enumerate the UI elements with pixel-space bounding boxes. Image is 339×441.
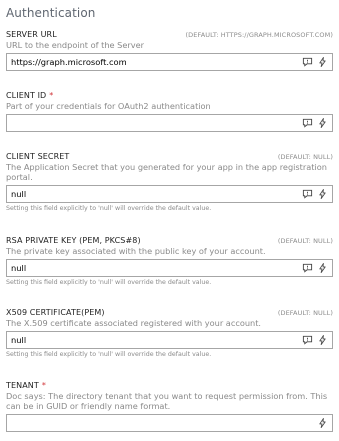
tenant-label: TENANT	[6, 381, 39, 390]
client-secret-input[interactable]: null	[6, 185, 333, 203]
server-url-value: https://graph.microsoft.com	[11, 57, 127, 67]
server-url-input[interactable]: https://graph.microsoft.com	[6, 53, 333, 71]
section-title: Authentication	[6, 6, 96, 20]
rsa-private-key-field: RSA PRIVATE KEY (PEM, PKCS#8) (DEFAULT: …	[6, 236, 333, 286]
comment-icon[interactable]	[302, 188, 313, 200]
client-secret-default: (DEFAULT: NULL)	[277, 152, 333, 161]
client-secret-label: CLIENT SECRET	[6, 152, 70, 161]
client-secret-value: null	[11, 189, 27, 199]
rsa-private-key-note: Setting this field explicitly to 'null' …	[6, 279, 212, 286]
x509-certificate-description: The X.509 certificate associated registe…	[6, 318, 262, 328]
client-id-description: Part of your credentials for OAuth2 auth…	[6, 101, 211, 111]
lightning-icon[interactable]	[317, 417, 328, 429]
x509-certificate-value: null	[11, 335, 27, 345]
x509-certificate-note: Setting this field explicitly to 'null' …	[6, 351, 212, 358]
tenant-field: TENANT * Doc says: The directory tenant …	[6, 381, 333, 432]
x509-certificate-default: (DEFAULT: NULL)	[277, 308, 333, 317]
server-url-field: SERVER URL (DEFAULT: HTTPS://GRAPH.MICRO…	[6, 30, 333, 71]
comment-icon[interactable]	[302, 334, 313, 346]
comment-icon[interactable]	[302, 117, 313, 129]
x509-certificate-input[interactable]: null	[6, 331, 333, 349]
client-secret-description: The Application Secret that you generate…	[6, 162, 327, 182]
client-id-field: CLIENT ID * Part of your credentials for…	[6, 91, 333, 132]
rsa-private-key-value: null	[11, 263, 27, 273]
lightning-icon[interactable]	[317, 117, 328, 129]
tenant-description: Doc says: The directory tenant that you …	[6, 391, 328, 411]
server-url-description: URL to the endpoint of the Server	[6, 40, 144, 50]
rsa-private-key-default: (DEFAULT: NULL)	[277, 236, 333, 245]
lightning-icon[interactable]	[317, 56, 328, 68]
client-secret-field: CLIENT SECRET (DEFAULT: NULL) The Applic…	[6, 152, 333, 212]
x509-certificate-label: X509 CERTIFICATE(PEM)	[6, 308, 105, 317]
x509-certificate-field: X509 CERTIFICATE(PEM) (DEFAULT: NULL) Th…	[6, 308, 333, 358]
rsa-private-key-description: The private key associated with the publ…	[6, 246, 266, 256]
authentication-panel: Authentication SERVER URL (DEFAULT: HTTP…	[0, 0, 339, 441]
comment-icon[interactable]	[302, 56, 313, 68]
client-secret-note: Setting this field explicitly to 'null' …	[6, 205, 212, 212]
lightning-icon[interactable]	[317, 188, 328, 200]
tenant-input[interactable]	[6, 414, 333, 432]
server-url-label: SERVER URL	[6, 30, 57, 39]
required-marker: *	[49, 91, 54, 100]
client-id-input[interactable]	[6, 114, 333, 132]
rsa-private-key-label: RSA PRIVATE KEY (PEM, PKCS#8)	[6, 236, 141, 245]
lightning-icon[interactable]	[317, 262, 328, 274]
comment-icon[interactable]	[302, 262, 313, 274]
required-marker: *	[41, 381, 46, 390]
rsa-private-key-input[interactable]: null	[6, 259, 333, 277]
lightning-icon[interactable]	[317, 334, 328, 346]
client-id-label: CLIENT ID	[6, 91, 47, 100]
server-url-default: (DEFAULT: HTTPS://GRAPH.MICROSOFT.COM)	[185, 30, 333, 39]
